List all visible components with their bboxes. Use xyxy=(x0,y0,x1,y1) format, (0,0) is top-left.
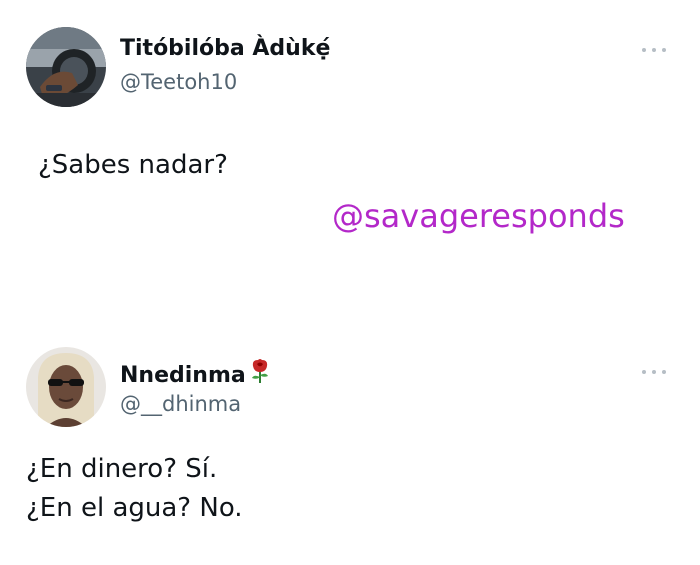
car-interior-avatar-image xyxy=(26,27,106,107)
more-options-icon[interactable] xyxy=(642,46,666,54)
dot xyxy=(662,370,666,374)
dot xyxy=(662,48,666,52)
tweet-text-line: ¿En el agua? No. xyxy=(26,493,243,523)
user-handle[interactable]: @__dhinma xyxy=(120,392,241,416)
tweet-text: ¿Sabes nadar? xyxy=(38,150,228,180)
display-name[interactable]: Titóbilóba Àdùkẹ́ xyxy=(120,36,330,61)
dot xyxy=(652,370,656,374)
portrait-avatar-image xyxy=(26,347,106,427)
tweet-text: ¿En dinero? Sí. ¿En el agua? No. xyxy=(26,450,243,528)
watermark: @savageresponds xyxy=(332,197,625,235)
tweet-card-2: Nnedinma @__dhinma ¿En dinero? Sí. ¿En e… xyxy=(0,320,700,565)
tweet-card-1: Titóbilóba Àdùkẹ́ @Teetoh10 ¿Sabes nadar… xyxy=(0,0,700,300)
rose-icon xyxy=(248,358,272,390)
display-name[interactable]: Nnedinma xyxy=(120,358,272,390)
tweet-text-line: ¿En dinero? Sí. xyxy=(26,454,218,484)
display-name-text: Nnedinma xyxy=(120,363,246,388)
dot xyxy=(642,48,646,52)
dot xyxy=(652,48,656,52)
user-handle[interactable]: @Teetoh10 xyxy=(120,70,237,94)
more-options-icon[interactable] xyxy=(642,368,666,376)
avatar[interactable] xyxy=(26,347,106,427)
avatar[interactable] xyxy=(26,27,106,107)
dot xyxy=(642,370,646,374)
